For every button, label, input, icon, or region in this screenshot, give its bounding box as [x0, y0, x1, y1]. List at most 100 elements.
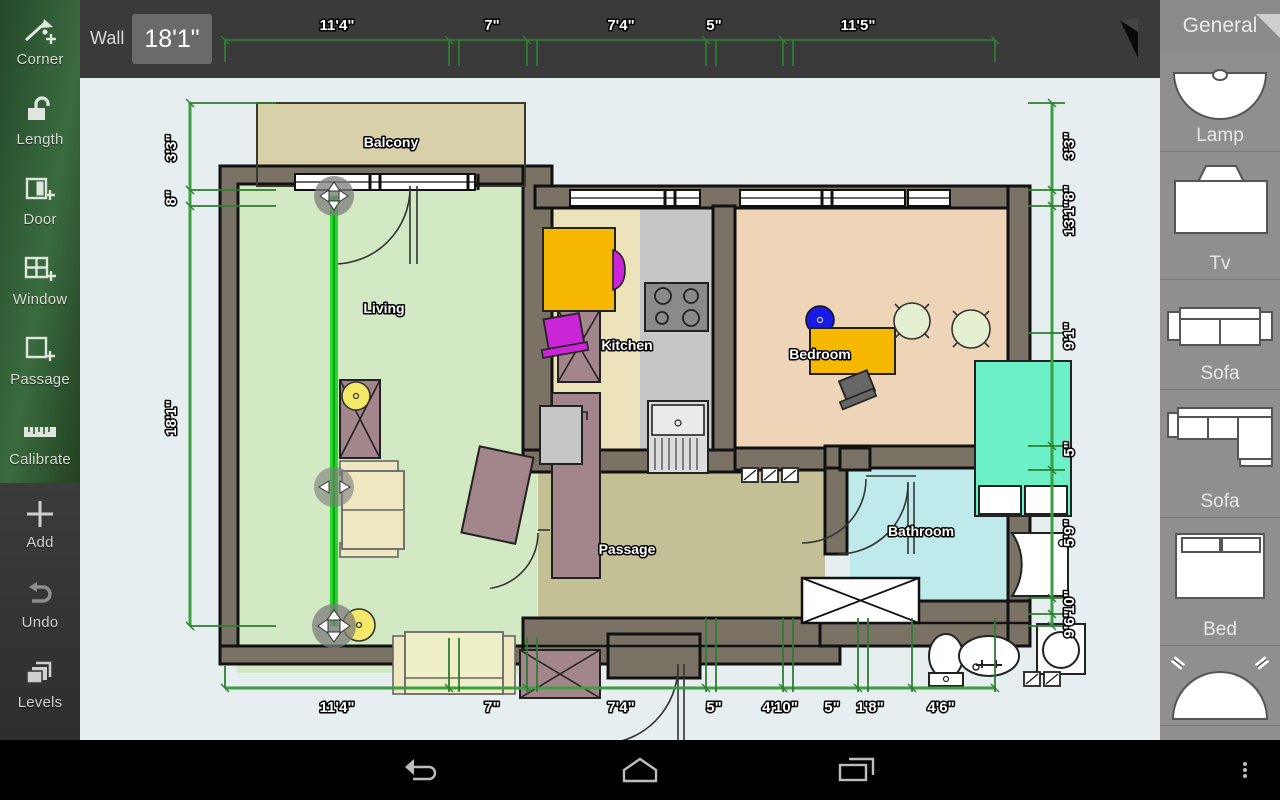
dim-left-2: 18'1" — [163, 400, 180, 436]
tool-window-label: Window — [12, 291, 68, 308]
label-passage: Passage — [599, 541, 656, 557]
library-item-tv-label: Tv — [1209, 253, 1231, 274]
window-kitchen-top — [569, 189, 701, 207]
vent-tiles-kitchen — [741, 467, 799, 483]
object-library-panel[interactable]: General Lamp Tv Sofa Sofa Bed — [1160, 0, 1280, 740]
tool-door[interactable]: Door — [0, 160, 80, 240]
library-item-lamp-label: Lamp — [1196, 125, 1244, 146]
dim-bottom-5: 5" — [824, 699, 839, 716]
floorplan-app: Corner Length Door Window Passage Calibr… — [0, 0, 1280, 800]
label-kitchen: Kitchen — [601, 337, 652, 353]
dim-right-5: 5'9" — [1061, 519, 1078, 546]
label-bathroom: Bathroom — [888, 523, 954, 539]
action-tools-group: Add Undo Levels — [0, 483, 80, 740]
dim-bottom-6: 1'8" — [856, 699, 883, 716]
dim-bottom-3: 5" — [706, 699, 721, 716]
edit-tools-group: Corner Length Door Window Passage Calibr… — [0, 0, 80, 483]
kitchen-table — [542, 227, 616, 312]
wall-label: Wall — [90, 28, 125, 48]
back-arrow-icon — [405, 759, 437, 781]
fridge — [539, 405, 583, 465]
dim-right-3: 9'1" — [1061, 322, 1078, 349]
tv-thumb — [1166, 156, 1274, 244]
home-icon — [622, 757, 658, 783]
library-item-lamp[interactable]: Lamp — [1160, 52, 1280, 152]
wall-handle-top[interactable] — [314, 176, 354, 216]
dim-bottom-0: 11'4" — [320, 699, 355, 716]
tool-length-label: Length — [16, 131, 64, 148]
tool-door-label: Door — [23, 211, 57, 228]
floorplan-drawing[interactable]: Balcony Living Kitchen Bedroom Bathroom … — [80, 78, 1160, 740]
tool-levels-label: Levels — [17, 694, 63, 711]
library-item-sofa-label: Sofa — [1200, 363, 1240, 384]
bed-thumb — [1168, 522, 1272, 610]
bed — [974, 360, 1072, 517]
sofa-bottom — [392, 631, 516, 695]
table-thumb — [1165, 650, 1275, 725]
android-navigation-bar — [0, 740, 1280, 800]
library-item-tv[interactable]: Tv — [1160, 152, 1280, 280]
tool-calibrate-label: Calibrate — [9, 451, 71, 468]
library-item-sofa2-label: Sofa — [1200, 491, 1240, 512]
dim-right-4: 5" — [1061, 441, 1078, 456]
sink — [647, 400, 709, 474]
top-toolbar: Wall 18'1" — [80, 0, 1160, 78]
collapse-corner-icon[interactable] — [1256, 14, 1280, 38]
library-item-bed[interactable]: Bed — [1160, 518, 1280, 646]
stove — [644, 282, 709, 332]
sofa-thumb — [1164, 284, 1276, 372]
overflow-menu-button[interactable] — [1225, 740, 1265, 800]
unlock-icon — [23, 92, 57, 130]
wardrobe — [800, 576, 921, 625]
dim-bottom-2: 7'4" — [607, 699, 634, 716]
window-bedroom-top — [739, 189, 906, 207]
library-category-header[interactable]: General — [1160, 0, 1280, 52]
dim-right-7: 9'6" — [1061, 610, 1078, 637]
window-bedroom-top-2 — [907, 189, 951, 207]
wall-length-input[interactable]: 18'1" — [132, 14, 212, 64]
dim-right-0: 3'3" — [1061, 132, 1078, 159]
home-button[interactable] — [580, 740, 700, 800]
tool-window[interactable]: Window — [0, 240, 80, 320]
tool-corner[interactable]: Corner — [0, 0, 80, 80]
room-living-fill[interactable] — [237, 183, 537, 673]
dim-bottom-7: 4'6" — [927, 699, 954, 716]
dim-left-1: 8" — [163, 190, 180, 205]
library-category-label: General — [1182, 14, 1258, 37]
menu-dot — [1243, 762, 1247, 766]
passage-add-icon — [22, 332, 58, 370]
tool-levels[interactable]: Levels — [0, 643, 80, 723]
tool-add-label: Add — [26, 534, 54, 551]
label-balcony: Balcony — [364, 134, 419, 150]
tool-passage[interactable]: Passage — [0, 320, 80, 400]
recents-button[interactable] — [797, 740, 917, 800]
wall-handle-bottom[interactable] — [312, 604, 356, 648]
tool-calibrate[interactable]: Calibrate — [0, 400, 80, 480]
dim-bottom-1: 7" — [484, 699, 499, 716]
back-button[interactable] — [363, 740, 483, 800]
tool-corner-label: Corner — [16, 51, 64, 68]
door-add-icon — [22, 172, 58, 210]
recents-icon — [838, 757, 875, 782]
floorplan-canvas[interactable]: Balcony Living Kitchen Bedroom Bathroom … — [80, 78, 1160, 740]
layers-icon — [22, 655, 58, 693]
tool-add[interactable]: Add — [0, 483, 80, 563]
north-arrow-icon — [1100, 6, 1160, 68]
tool-undo-label: Undo — [21, 614, 59, 631]
plus-icon — [23, 495, 57, 533]
corner-add-icon — [20, 12, 60, 50]
library-item-sofa[interactable]: Sofa — [1160, 280, 1280, 390]
round-table-1 — [893, 302, 931, 340]
dim-right-1: 8" — [1061, 185, 1078, 200]
tool-length[interactable]: Length — [0, 80, 80, 160]
menu-dot — [1243, 774, 1247, 778]
label-living: Living — [363, 300, 404, 316]
library-item-sofa-sectional[interactable]: Sofa — [1160, 390, 1280, 518]
tool-undo[interactable]: Undo — [0, 563, 80, 643]
library-item-table[interactable] — [1160, 646, 1280, 726]
left-toolbar: Corner Length Door Window Passage Calibr… — [0, 0, 80, 740]
window-add-icon — [22, 252, 58, 290]
sink-basin — [958, 635, 1020, 677]
undo-arrow-icon — [22, 575, 58, 613]
wall-handle-mid[interactable] — [314, 467, 354, 507]
